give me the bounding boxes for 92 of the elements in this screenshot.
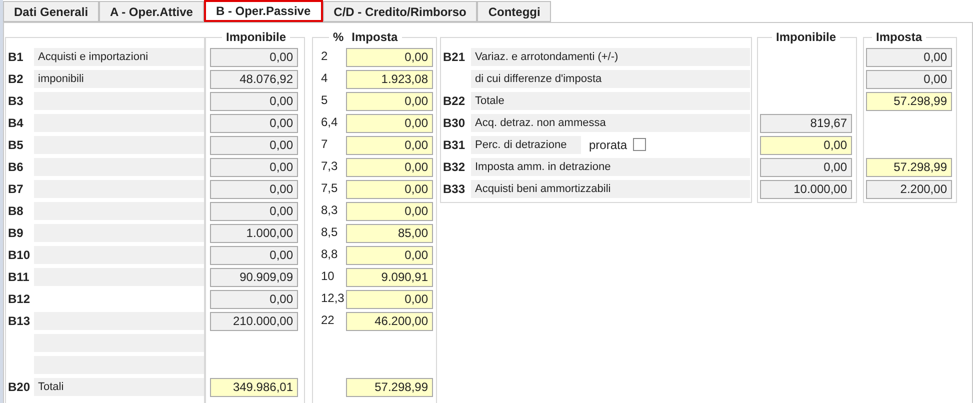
value-field[interactable]: 46.200,00 [346, 312, 433, 331]
row-code: B7 [8, 181, 24, 198]
tab[interactable]: C/D - Credito/Rimborso [322, 1, 478, 22]
value-field[interactable]: 57.298,99 [866, 92, 952, 111]
value-field: 0,00 [760, 158, 852, 177]
column-header: Imposta [352, 29, 398, 45]
value-field[interactable]: 0,00 [760, 136, 852, 155]
value-field: 0,00 [210, 202, 298, 221]
row-code: B30 [443, 115, 466, 132]
row-code: B3 [8, 93, 24, 110]
label-field: Totale [471, 92, 750, 110]
value-field[interactable]: 0,00 [346, 180, 433, 199]
row-code: B8 [8, 203, 24, 220]
column-header: Imponibile [226, 29, 286, 45]
label-field: imponibili [34, 70, 204, 88]
rate-label: 12,3 [320, 290, 346, 306]
row-code: B13 [8, 313, 32, 330]
row-code: B32 [443, 159, 466, 176]
column-header: Imponibile [776, 29, 836, 45]
value-field: 0,00 [866, 70, 952, 89]
label-field: Perc. di detrazione [471, 136, 581, 154]
rate-label: 8,5 [320, 224, 339, 240]
row-code: B2 [8, 71, 24, 88]
value-field: 2.200,00 [866, 180, 952, 199]
label-field: Acq. detraz. non ammessa [471, 114, 750, 132]
label-field: Acquisti e importazioni [34, 48, 204, 66]
rate-label: 10 [320, 268, 336, 284]
value-field[interactable]: 0,00 [346, 48, 433, 67]
value-field[interactable]: 349.986,01 [210, 378, 298, 397]
value-field: 0,00 [210, 180, 298, 199]
value-field: 0,00 [210, 290, 298, 309]
row-code: B9 [8, 225, 24, 242]
value-field: 0,00 [210, 114, 298, 133]
row-code: B31 [443, 137, 466, 154]
rate-label: 4 [320, 70, 329, 86]
label-field: Totali [34, 378, 204, 396]
row-code: B33 [443, 181, 466, 198]
row-code: B1 [8, 49, 24, 66]
row-code: B12 [8, 291, 32, 308]
column-header: % [333, 29, 344, 45]
column-header: Imposta [876, 29, 922, 45]
value-field: 0,00 [210, 246, 298, 265]
value-field: 1.000,00 [210, 224, 298, 243]
row-code: B20 [8, 379, 32, 396]
tab[interactable]: B - Oper.Passive [204, 0, 323, 22]
label-field: Acquisti beni ammortizzabili [471, 180, 750, 198]
value-field[interactable]: 0,00 [346, 114, 433, 133]
value-field[interactable]: 9.090,91 [346, 268, 433, 287]
row-code: B21 [443, 49, 466, 66]
label-field: Variaz. e arrotondamenti (+/-) [471, 48, 750, 66]
rate-label: 22 [320, 312, 336, 328]
value-field[interactable]: 0,00 [346, 202, 433, 221]
tab[interactable]: Dati Generali [3, 1, 100, 22]
value-field: 0,00 [210, 136, 298, 155]
label-field: Imposta amm. in detrazione [471, 158, 750, 176]
value-field[interactable]: 0,00 [346, 158, 433, 177]
row-code: B22 [443, 93, 466, 110]
rate-label: 7,5 [320, 180, 339, 196]
rate-label: 7,3 [320, 158, 339, 174]
value-field: 210.000,00 [210, 312, 298, 331]
tab[interactable]: A - Oper.Attive [99, 1, 204, 22]
rate-label: 2 [320, 48, 329, 64]
row-code: B11 [8, 269, 30, 286]
row-code: B6 [8, 159, 24, 176]
value-field: 10.000,00 [760, 180, 852, 199]
checkbox-label: prorata [589, 137, 628, 154]
rate-label: 8,8 [320, 246, 339, 262]
value-field: 0,00 [210, 158, 298, 177]
value-field: 48.076,92 [210, 70, 298, 89]
value-field[interactable]: 0,00 [346, 290, 433, 309]
row-code: B5 [8, 137, 24, 154]
rate-label: 6,4 [320, 114, 339, 130]
value-field[interactable]: 57.298,99 [866, 158, 952, 177]
value-field: 0,00 [210, 48, 298, 67]
value-field[interactable]: 85,00 [346, 224, 433, 243]
value-field: 0,00 [210, 92, 298, 111]
value-field[interactable]: 0,00 [346, 136, 433, 155]
value-field: 90.909,09 [210, 268, 298, 287]
value-field[interactable]: 0,00 [346, 246, 433, 265]
value-field[interactable]: 0,00 [346, 92, 433, 111]
value-field: 819,67 [760, 114, 852, 133]
value-field[interactable]: 1.923,08 [346, 70, 433, 89]
value-field[interactable]: 57.298,99 [346, 378, 433, 397]
label-field: di cui differenze d'imposta [471, 70, 750, 88]
rate-label: 5 [320, 92, 329, 108]
rate-label: 7 [320, 136, 329, 152]
row-code: B4 [8, 115, 24, 132]
value-field: 0,00 [866, 48, 952, 67]
tab[interactable]: Conteggi [477, 1, 552, 22]
row-code: B10 [8, 247, 32, 264]
rate-label: 8,3 [320, 202, 339, 218]
checkbox[interactable] [633, 138, 646, 151]
